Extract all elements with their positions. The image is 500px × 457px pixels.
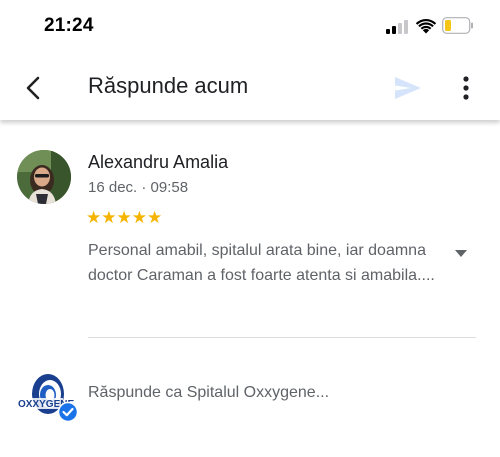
reply-placeholder: Răspunde ca Spitalul Oxxygene... <box>88 384 330 401</box>
battery-low-icon <box>442 17 473 34</box>
reply-input[interactable]: OXXYGENE Răspunde ca Spitalul Oxxygene..… <box>0 360 500 430</box>
cellular-signal-icon <box>386 20 408 34</box>
reviewer-name: Alexandru Amalia <box>88 152 229 172</box>
review-card: Alexandru Amalia 16 dec. · 09:58 ★★★★★ P… <box>0 120 500 338</box>
more-options-icon[interactable] <box>456 74 476 102</box>
send-icon[interactable] <box>394 76 422 100</box>
expand-review-icon[interactable] <box>453 248 469 258</box>
review-text: Personal amabil, spitalul arata bine, ia… <box>88 242 435 284</box>
reviewer-avatar <box>17 150 71 204</box>
verified-badge-icon <box>57 401 79 423</box>
page-title: Răspunde acum <box>88 73 249 98</box>
divider <box>88 337 476 338</box>
star-rating: ★★★★★ <box>86 208 163 227</box>
business-logo: OXXYGENE <box>17 368 79 424</box>
review-date: 16 dec. · 09:58 <box>88 179 189 196</box>
app-bar: Răspunde acum <box>0 56 500 120</box>
status-time: 21:24 <box>44 15 94 36</box>
wifi-icon <box>416 19 436 34</box>
back-arrow-icon[interactable] <box>18 72 50 104</box>
status-bar: 21:24 <box>0 0 500 56</box>
